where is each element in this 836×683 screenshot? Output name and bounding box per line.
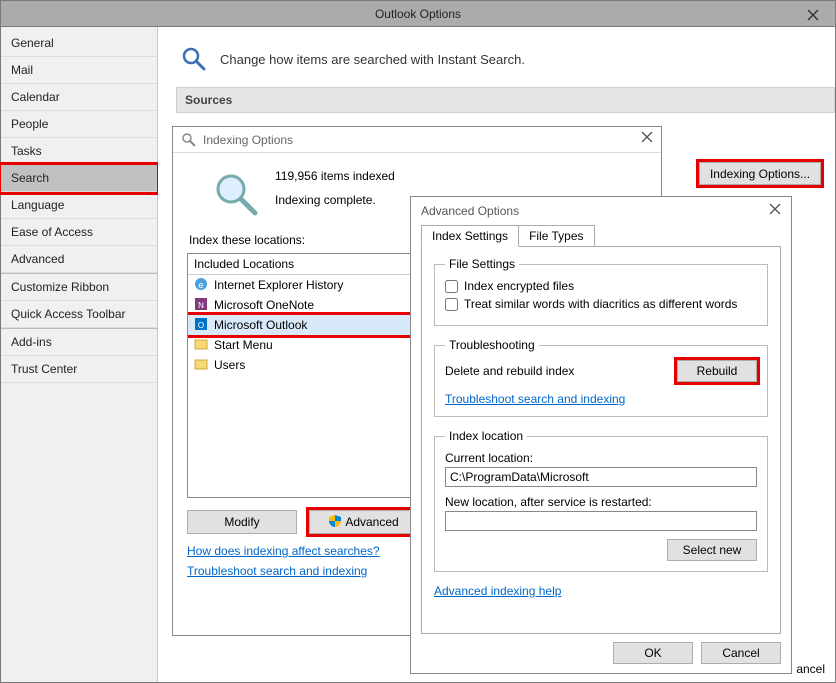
sidebar-item-ease-of-access[interactable]: Ease of Access [1,219,157,246]
advanced-indexing-help-link[interactable]: Advanced indexing help [434,584,561,598]
index-encrypted-label: Index encrypted files [464,279,574,293]
location-icon: e [194,277,210,293]
close-button[interactable] [790,1,835,28]
index-encrypted-checkbox[interactable]: Index encrypted files [445,279,757,293]
new-location-field [445,511,757,531]
location-icon: O [194,317,210,333]
svg-text:e: e [198,280,203,290]
tab-index-settings[interactable]: Index Settings [421,225,519,247]
sidebar-item-trust-center[interactable]: Trust Center [1,356,157,383]
advanced-dialog-title: Advanced Options [421,204,519,218]
location-row-internet-explorer-history[interactable]: e Internet Explorer History [188,275,416,295]
location-label: Internet Explorer History [214,278,343,292]
svg-text:O: O [198,321,204,330]
advanced-button[interactable]: Advanced [309,510,419,534]
location-label: Start Menu [214,338,273,352]
rebuild-label: Delete and rebuild index [445,364,574,378]
indexing-status: Indexing complete. [275,193,395,207]
diacritics-label: Treat similar words with diacritics as d… [464,297,737,311]
close-icon [769,203,781,215]
file-settings-legend: File Settings [445,257,519,271]
shield-icon [329,515,341,530]
index-location-legend: Index location [445,429,527,443]
advanced-label: Advanced [345,515,398,529]
sidebar-item-calendar[interactable]: Calendar [1,84,157,111]
rebuild-button[interactable]: Rebuild [677,360,757,382]
items-indexed-count: 119,956 items indexed [275,169,395,183]
ok-label: OK [644,646,661,660]
modify-label: Modify [224,515,259,529]
sources-heading: Sources [176,87,835,113]
troubleshooting-legend: Troubleshooting [445,338,539,352]
location-row-users[interactable]: Users [188,355,416,375]
indexing-options-button[interactable]: Indexing Options... [699,162,821,185]
index-encrypted-input[interactable] [445,280,458,293]
svg-text:N: N [198,301,204,310]
location-row-start-menu[interactable]: Start Menu [188,335,416,355]
sidebar-item-search[interactable]: Search [1,165,157,192]
tab-file-types[interactable]: File Types [518,225,594,247]
select-new-label: Select new [683,543,742,557]
sidebar-item-language[interactable]: Language [1,192,157,219]
ok-button[interactable]: OK [613,642,693,664]
location-label: Microsoft Outlook [214,318,307,332]
location-icon [194,337,210,353]
sidebar-item-general[interactable]: General [1,30,157,57]
location-icon [194,357,210,373]
how-indexing-affect-link[interactable]: How does indexing affect searches? [187,544,380,558]
indexing-options-titlebar: Indexing Options [173,127,661,153]
indexing-icon [211,169,259,217]
diacritics-input[interactable] [445,298,458,311]
list-header: Included Locations [188,254,416,275]
sidebar-item-customize-ribbon[interactable]: Customize Ribbon [1,274,157,301]
file-settings-group: File Settings Index encrypted files Trea… [434,257,768,326]
close-button[interactable] [641,131,653,146]
new-location-label: New location, after service is restarted… [445,495,757,509]
advanced-options-titlebar: Advanced Options [411,197,791,225]
index-location-group: Index location Current location: New loc… [434,429,768,572]
close-icon [807,9,819,21]
current-location-field [445,467,757,487]
location-label: Microsoft OneNote [214,298,314,312]
rebuild-btn-label: Rebuild [697,364,738,378]
location-row-microsoft-onenote[interactable]: N Microsoft OneNote [188,295,416,315]
sidebar-item-advanced[interactable]: Advanced [1,246,157,273]
close-button[interactable] [769,203,781,218]
sidebar: GeneralMailCalendarPeopleTasksSearchLang… [1,27,158,682]
indexing-options-label: Indexing Options... [710,167,810,181]
sidebar-item-tasks[interactable]: Tasks [1,138,157,165]
location-icon: N [194,297,210,313]
troubleshooting-group: Troubleshooting Delete and rebuild index… [434,338,768,417]
troubleshoot-link[interactable]: Troubleshoot search and indexing [187,564,367,578]
title-bar: Outlook Options [0,0,836,27]
window-title: Outlook Options [375,7,461,21]
indexed-locations-list[interactable]: Included Locations e Internet Explorer Hi… [187,253,417,498]
page-heading: Change how items are searched with Insta… [220,52,525,67]
sidebar-item-add-ins[interactable]: Add-ins [1,329,157,356]
location-label: Users [214,358,245,372]
bg-cancel-fragment: ancel [796,662,825,676]
advanced-options-dialog: Advanced Options Index SettingsFile Type… [410,196,792,674]
sidebar-item-mail[interactable]: Mail [1,57,157,84]
index-settings-panel: File Settings Index encrypted files Trea… [421,246,781,634]
select-new-button[interactable]: Select new [667,539,757,561]
search-icon [180,45,208,73]
diacritics-checkbox[interactable]: Treat similar words with diacritics as d… [445,297,757,311]
current-location-label: Current location: [445,451,757,465]
cancel-button[interactable]: Cancel [701,642,781,664]
sidebar-item-quick-access-toolbar[interactable]: Quick Access Toolbar [1,301,157,328]
cancel-label: Cancel [722,646,759,660]
troubleshoot-search-link[interactable]: Troubleshoot search and indexing [445,392,625,406]
indexing-dialog-title: Indexing Options [203,133,293,147]
search-icon [181,132,197,148]
sidebar-item-people[interactable]: People [1,111,157,138]
location-row-microsoft-outlook[interactable]: O Microsoft Outlook [188,315,416,335]
modify-button[interactable]: Modify [187,510,297,534]
close-icon [641,131,653,143]
